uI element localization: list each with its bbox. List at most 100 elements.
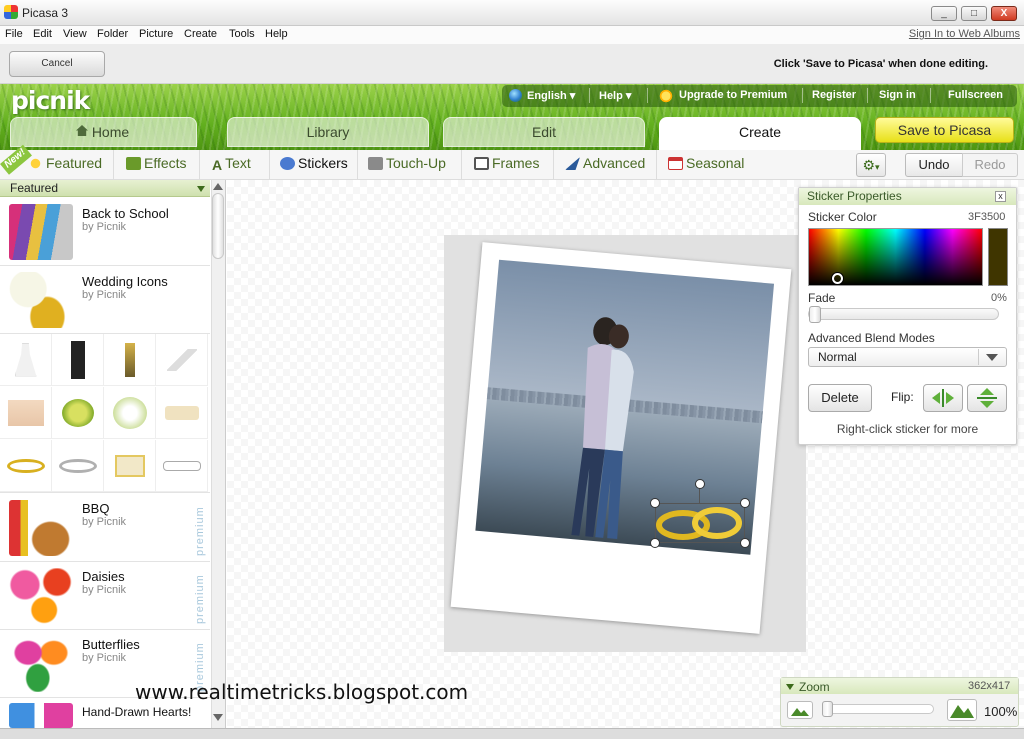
close-button[interactable]: X [991,6,1017,21]
tab-edit[interactable]: Edit [443,117,645,147]
subtab-effects-label: Effects [144,155,187,171]
resize-handle-bottom-left[interactable] [650,538,660,548]
flip-vertical-button[interactable] [967,384,1007,412]
roses-sticker[interactable] [52,387,104,439]
redo-button[interactable]: Redo [962,153,1018,177]
divider [978,349,979,365]
touch-up-icon [368,157,383,170]
language-label: English [527,90,567,102]
premium-label: premium [194,574,206,624]
menu-tools[interactable]: Tools [229,28,255,40]
limo-sticker[interactable] [156,440,208,492]
fullscreen-link[interactable]: Fullscreen [948,89,1003,101]
help-label: Help [599,90,623,102]
minimize-button[interactable]: _ [931,6,957,21]
divider [113,150,114,179]
subtab-seasonal[interactable]: Seasonal [666,150,744,179]
menu-help[interactable]: Help [265,28,288,40]
zoom-out-icon[interactable] [787,701,813,719]
glasses-sticker[interactable] [156,334,208,386]
hearts-thumbnail [9,703,73,728]
scroll-thumb[interactable] [212,193,224,259]
cake-sticker[interactable] [0,387,52,439]
sticker-color-hex[interactable]: 3F3500 [968,211,1005,223]
chevron-down-icon [986,354,998,361]
bouquet-sticker[interactable] [104,387,156,439]
tab-edit-label: Edit [531,124,557,140]
subtab-touch-up-label: Touch-Up [386,155,446,171]
resize-handle-top-right[interactable] [740,498,750,508]
color-picker-cursor[interactable] [832,273,843,284]
undo-button[interactable]: Undo [905,153,963,177]
menu-edit[interactable]: Edit [33,28,52,40]
subtab-featured[interactable]: Featured [26,150,102,179]
divider [357,150,358,179]
tab-create-label: Create [738,124,782,140]
scroll-up-icon[interactable] [213,183,223,190]
sign-in-link[interactable]: Sign in [879,89,916,101]
sign-in-web-albums-link[interactable]: Sign In to Web Albums [909,28,1020,40]
help-dropdown[interactable]: Help ▾ [599,89,631,102]
gold-rings-sticker[interactable] [0,440,52,492]
tuxedo-sticker[interactable] [52,334,104,386]
calendar-icon [668,157,683,170]
chevron-down-icon: ▾ [625,90,632,102]
divider [461,150,462,179]
divider [656,150,657,179]
sidebar-category-dropdown[interactable]: Featured [0,180,210,197]
rotate-handle[interactable] [695,479,705,489]
tab-create[interactable]: Create [659,117,861,150]
register-link[interactable]: Register [812,89,856,101]
picasa-logo-icon [4,5,18,19]
resize-handle-top-left[interactable] [650,498,660,508]
zoom-slider[interactable] [822,704,934,714]
sun-icon [657,87,675,105]
subtab-frames-label: Frames [492,155,540,171]
gear-icon: ⚙ [862,157,876,173]
fade-slider[interactable] [808,308,999,320]
rotate-handle-stem [699,488,700,503]
menu-file[interactable]: File [5,28,23,40]
settings-button[interactable]: ⚙▾ [856,153,886,177]
panel-title: Sticker Properties [799,188,1016,205]
champagne-sticker[interactable] [104,334,156,386]
subtab-featured-label: Featured [46,155,103,171]
subtab-advanced[interactable]: Advanced [563,150,645,179]
save-hint-text: Click 'Save to Picasa' when done editing… [773,58,988,70]
silver-rings-sticker[interactable] [52,440,104,492]
maximize-button[interactable]: □ [961,6,987,21]
couple-silhouette [571,317,634,540]
cancel-button[interactable]: Cancel [9,51,105,77]
upgrade-premium-link[interactable]: Upgrade to Premium [679,89,787,101]
tab-home[interactable]: Home [10,117,197,147]
fade-slider-thumb[interactable] [809,306,821,323]
save-to-picasa-button[interactable]: Save to Picasa [875,117,1014,143]
language-dropdown[interactable]: English ▾ [527,89,575,102]
flip-horizontal-button[interactable] [923,384,963,412]
daisies-thumbnail [9,568,73,624]
resize-handle-bottom-right[interactable] [740,538,750,548]
subtab-frames[interactable]: Frames [472,150,539,179]
gift-box-sticker[interactable] [104,440,156,492]
menu-picture[interactable]: Picture [139,28,173,40]
delete-sticker-button[interactable]: Delete [808,384,872,412]
tab-library[interactable]: Library [227,117,429,147]
scroll-down-icon[interactable] [213,714,223,721]
subtab-text[interactable]: A Text [210,150,251,179]
hearts-cake-sticker[interactable] [156,387,208,439]
flip-label: Flip: [891,390,914,404]
zoom-in-icon[interactable] [947,699,977,721]
zoom-slider-thumb[interactable] [822,701,833,717]
subtab-stickers[interactable]: Stickers [278,150,348,179]
polaroid-frame [450,242,792,634]
collapse-icon[interactable] [786,684,794,690]
subtab-effects[interactable]: Effects [124,150,187,179]
sidebar-scrollbar[interactable] [211,180,225,728]
pack-author: by Picnik [82,516,127,528]
close-icon[interactable]: x [995,191,1006,202]
menu-create[interactable]: Create [184,28,217,40]
menu-view[interactable]: View [63,28,87,40]
wedding-dress-sticker[interactable] [0,334,52,386]
menu-folder[interactable]: Folder [97,28,128,40]
subtab-touch-up[interactable]: Touch-Up [366,150,446,179]
